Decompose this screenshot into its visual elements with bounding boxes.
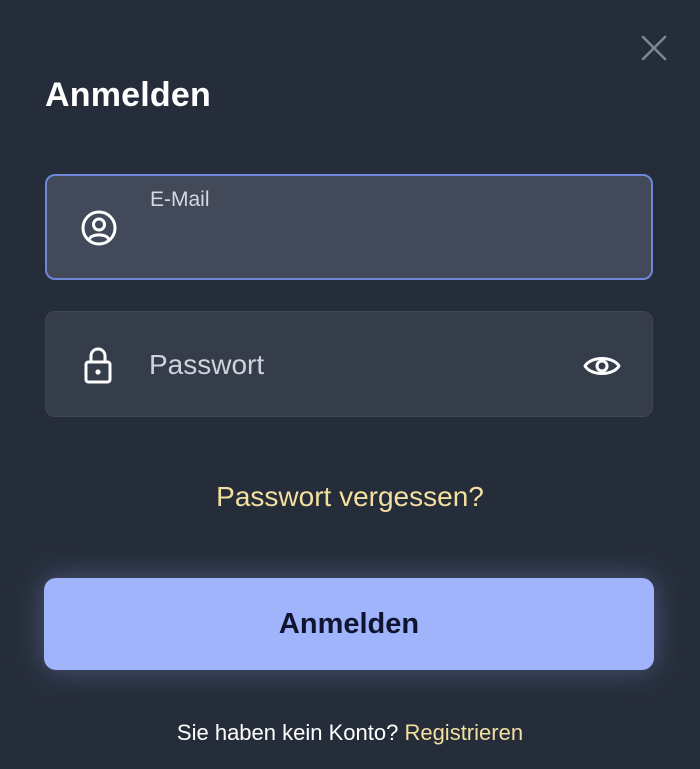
email-input[interactable] [148,222,628,262]
password-field[interactable] [45,311,653,417]
lock-icon [78,344,118,384]
password-input[interactable] [149,342,569,388]
email-label: E-Mail [150,188,210,211]
close-icon[interactable] [640,34,668,62]
login-button[interactable]: Anmelden [44,578,654,670]
eye-icon[interactable] [582,346,622,386]
footer: Sie haben kein Konto? Registrieren [0,720,700,746]
login-dialog: Anmelden E-Mail Passwort vergessen? Anme… [0,0,700,769]
no-account-text: Sie haben kein Konto? [176,720,399,745]
email-field[interactable]: E-Mail [45,174,653,280]
forgot-password-link[interactable]: Passwort vergessen? [0,481,700,513]
dialog-title: Anmelden [45,76,211,114]
user-circle-icon [79,208,119,248]
register-link[interactable]: Registrieren [404,720,523,745]
